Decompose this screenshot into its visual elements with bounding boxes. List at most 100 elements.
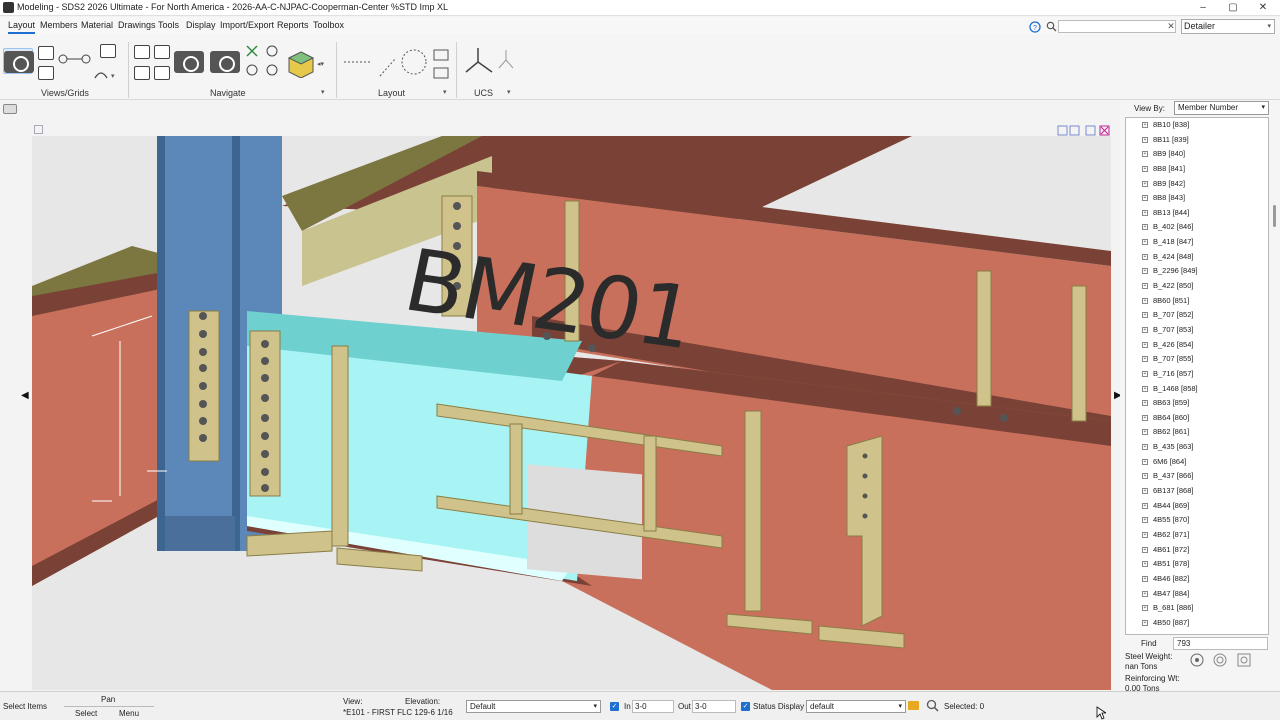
expand-icon[interactable]: + [1142, 590, 1148, 597]
view-by-select[interactable]: Member Number ▾ [1174, 101, 1269, 115]
search-clear-button[interactable]: ✕ [1166, 20, 1176, 33]
minimize-button[interactable]: – [1188, 0, 1218, 15]
expand-icon[interactable]: + [1142, 224, 1148, 231]
expand-icon[interactable]: + [1142, 517, 1148, 524]
isometric-view-icon[interactable]: ◂▾ [285, 48, 325, 78]
menu-material[interactable]: Material [81, 20, 113, 30]
arc-grid-icon[interactable]: ▾ [93, 68, 119, 80]
tree-item[interactable]: + B_707 [855] [1126, 352, 1268, 367]
maximize-button[interactable]: ▢ [1218, 0, 1248, 15]
view-check-icon[interactable] [38, 66, 54, 80]
tree-item[interactable]: + B_2296 [849] [1126, 264, 1268, 279]
zoom-in-icon[interactable] [134, 45, 150, 59]
expand-icon[interactable]: + [1142, 136, 1148, 143]
zoom-out-icon[interactable] [134, 66, 150, 80]
expand-icon[interactable]: + [1142, 575, 1148, 582]
tree-item[interactable]: +8B60 [851] [1126, 294, 1268, 309]
weight-globe-icon[interactable] [1189, 652, 1205, 668]
expand-icon[interactable]: + [1142, 561, 1148, 568]
menu-import-export[interactable]: Import/Export [220, 20, 274, 30]
tree-item[interactable]: +4B51 [878] [1126, 557, 1268, 572]
grid-line-icon[interactable] [58, 52, 92, 66]
expand-icon[interactable]: + [1142, 239, 1148, 246]
tree-item[interactable]: +4B61 [872] [1126, 543, 1268, 558]
percent-camera-icon[interactable] [210, 51, 240, 73]
expand-icon[interactable]: + [1142, 619, 1148, 626]
tree-item[interactable]: +8B62 [861] [1126, 425, 1268, 440]
expand-icon[interactable]: + [1142, 253, 1148, 260]
menu-reports[interactable]: Reports [277, 20, 309, 30]
expand-icon[interactable]: + [1142, 312, 1148, 319]
out-input[interactable]: 3-0 [692, 700, 736, 713]
tree-item[interactable]: +4B50 [887] [1126, 616, 1268, 631]
member-tree[interactable]: +8B10 [838] +8B11 [839] +8B9 [840] +8B8 [84… [1125, 117, 1269, 635]
expand-icon[interactable]: + [1142, 122, 1148, 128]
orbit-camera-icon[interactable] [174, 51, 204, 73]
find-input[interactable]: 793 [1173, 637, 1268, 650]
tree-item[interactable]: + B_707 [853] [1126, 323, 1268, 338]
expand-icon[interactable]: + [1142, 370, 1148, 377]
tree-item[interactable]: +6M6 [864] [1126, 455, 1268, 470]
tree-item[interactable]: +4B47 [884] [1126, 587, 1268, 602]
expand-icon[interactable]: + [1142, 458, 1148, 465]
close-button[interactable]: ✕ [1248, 0, 1278, 15]
expand-icon[interactable]: + [1142, 326, 1148, 333]
expand-icon[interactable]: + [1142, 502, 1148, 509]
elevation-select[interactable]: Default ▾ [466, 700, 601, 713]
menu-display[interactable]: Display [186, 20, 216, 30]
ucs-expand-icon[interactable]: ▾ [507, 88, 511, 96]
model-viewport[interactable]: BM201 [32, 136, 1111, 690]
tree-item[interactable]: +8B63 [859] [1126, 396, 1268, 411]
search-input[interactable] [1058, 20, 1176, 33]
tree-item[interactable]: + B_402 [846] [1126, 220, 1268, 235]
expand-icon[interactable]: + [1142, 400, 1148, 407]
folder-icon[interactable] [908, 701, 919, 710]
expand-icon[interactable]: + [1142, 180, 1148, 187]
camera-view-button[interactable] [3, 48, 34, 74]
expand-icon[interactable]: + [1142, 605, 1148, 612]
layout-tools-icons[interactable] [342, 48, 454, 82]
zoom-window-icon[interactable] [245, 44, 285, 84]
tree-item[interactable]: + B_422 [850] [1126, 279, 1268, 294]
tree-item[interactable]: +4B46 [882] [1126, 572, 1268, 587]
viewport-menu-icon[interactable] [34, 125, 43, 134]
expand-icon[interactable]: + [1142, 356, 1148, 363]
ucs-icon[interactable] [462, 46, 518, 80]
help-icon[interactable]: ? [1029, 21, 1041, 33]
tree-item[interactable]: + B_435 [863] [1126, 440, 1268, 455]
expand-icon[interactable]: + [1142, 268, 1148, 275]
in-checkbox[interactable]: ✓ [610, 702, 619, 711]
tree-scrollbar[interactable] [1273, 205, 1276, 227]
weight-report-icon[interactable] [1236, 652, 1252, 668]
tree-item[interactable]: + B_426 [854] [1126, 338, 1268, 353]
menu-drawings[interactable]: Drawings [118, 20, 156, 30]
layout-expand-icon[interactable]: ▾ [443, 88, 447, 96]
tree-item[interactable]: +8B64 [860] [1126, 411, 1268, 426]
pan-icon[interactable] [154, 45, 170, 59]
weight-target-icon[interactable] [1212, 652, 1228, 668]
tree-item[interactable]: +6B137 [868] [1126, 484, 1268, 499]
tree-item[interactable]: +4B55 [870] [1126, 513, 1268, 528]
expand-icon[interactable]: + [1142, 297, 1148, 304]
tree-item[interactable]: +8B13 [844] [1126, 206, 1268, 221]
tree-item[interactable]: +4B44 [869] [1126, 499, 1268, 514]
status-display-select[interactable]: default ▾ [806, 700, 906, 713]
expand-icon[interactable]: + [1142, 341, 1148, 348]
role-select[interactable]: Detailer ▾ [1181, 19, 1275, 34]
tree-item[interactable]: +4B62 [871] [1126, 528, 1268, 543]
tree-item[interactable]: +8B10 [838] [1126, 118, 1268, 133]
tree-item[interactable]: +8B9 [842] [1126, 177, 1268, 192]
tree-item[interactable]: + B_1468 [858] [1126, 382, 1268, 397]
expand-icon[interactable]: + [1142, 429, 1148, 436]
viewport-window-controls[interactable] [1057, 125, 1113, 136]
tree-item[interactable]: +8B11 [839] [1126, 133, 1268, 148]
tree-item[interactable]: + B_424 [848] [1126, 250, 1268, 265]
menu-tools[interactable]: Tools [158, 20, 179, 30]
expand-icon[interactable]: + [1142, 414, 1148, 421]
view-camera-icon[interactable] [3, 104, 17, 114]
navigate-expand-icon[interactable]: ▾ [321, 88, 325, 96]
tree-item[interactable]: + B_681 [886] [1126, 601, 1268, 616]
tree-item[interactable]: +8B8 [841] [1126, 162, 1268, 177]
viewport-left-arrow-icon[interactable]: ◀ [21, 390, 29, 401]
tree-item[interactable]: +8B9 [840] [1126, 147, 1268, 162]
